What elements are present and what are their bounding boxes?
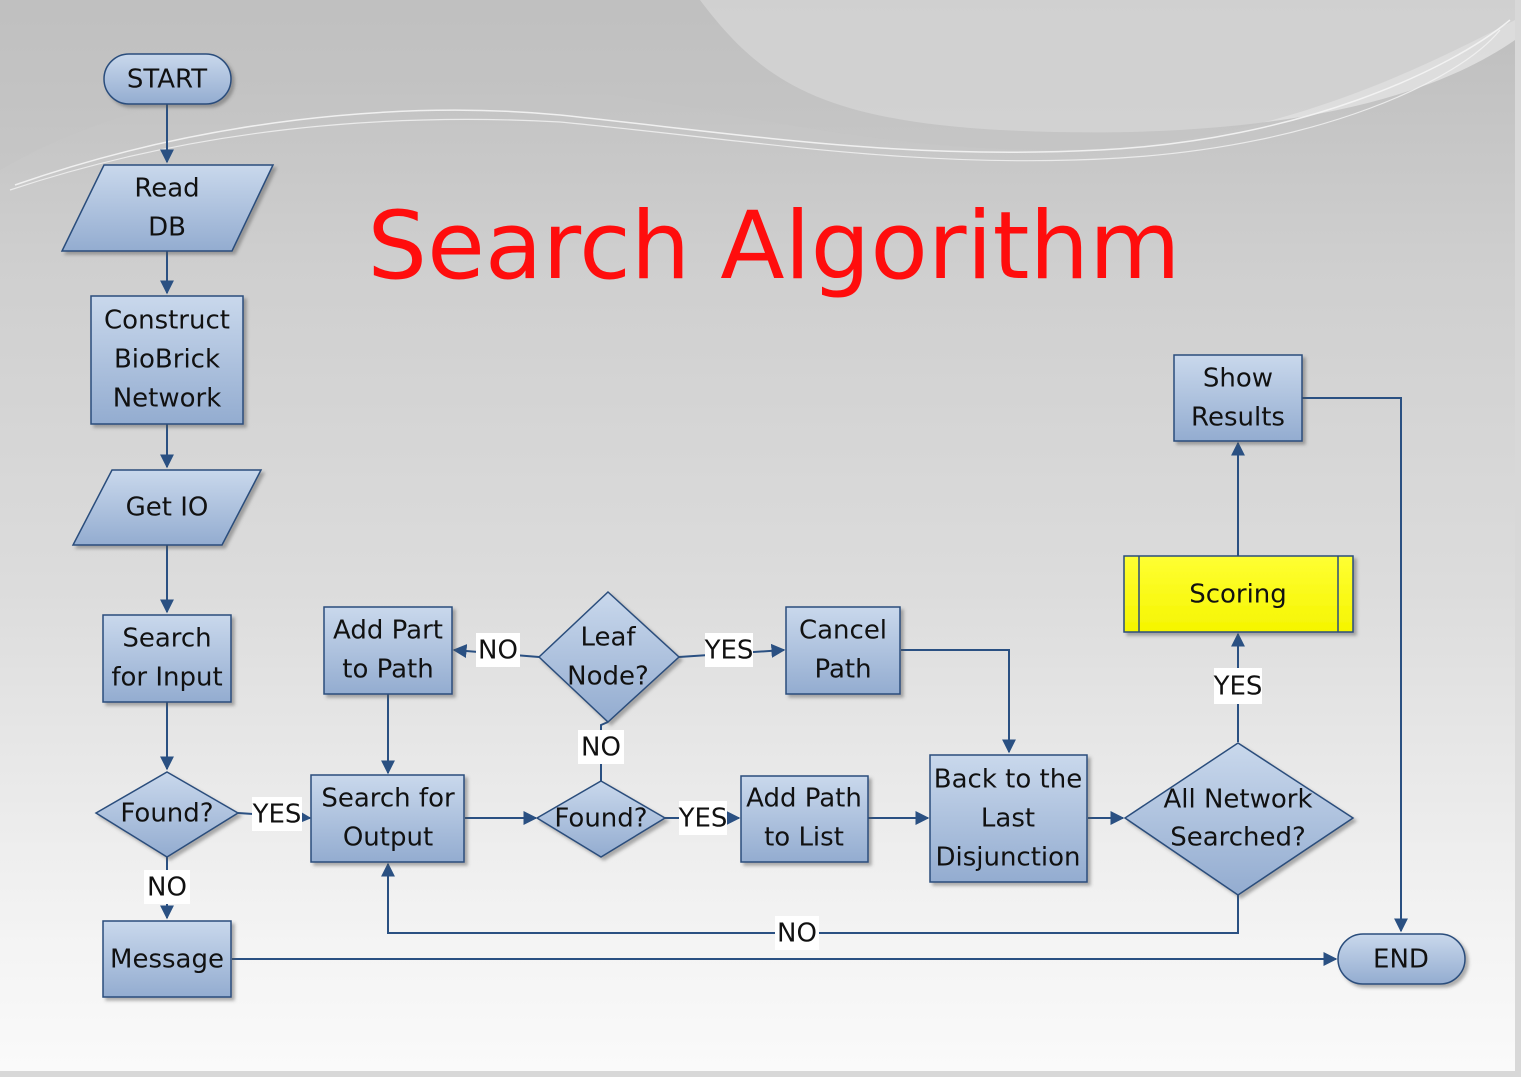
svg-text:YES: YES [704, 636, 754, 666]
svg-text:Cancel: Cancel [799, 616, 887, 646]
svg-text:END: END [1373, 945, 1429, 975]
node-found-input-decision: Found? [94, 771, 240, 858]
edge-label-leaf-yes: YES [704, 633, 754, 667]
node-back-to-last-disjunction: Back to the Last Disjunction [929, 754, 1088, 883]
svg-text:to Path: to Path [342, 655, 433, 685]
edge-label-found1-no: NO [144, 870, 190, 904]
node-search-for-input: Search for Input [102, 614, 232, 703]
node-start: START [103, 53, 232, 105]
node-cancel-path: Cancel Path [785, 606, 901, 695]
edge-label-all-searched-no: NO [775, 916, 819, 950]
svg-text:YES: YES [678, 804, 728, 834]
svg-text:YES: YES [1213, 672, 1263, 702]
node-get-io: Get IO [71, 469, 263, 546]
svg-text:Output: Output [343, 823, 433, 853]
svg-text:Results: Results [1191, 403, 1285, 433]
node-end: END [1337, 933, 1466, 985]
node-construct-network: Construct BioBrick Network [90, 295, 244, 425]
slide-canvas: Search Algorithm YES NO NO NO YES YES YE… [0, 0, 1515, 1071]
svg-text:Construct: Construct [104, 306, 230, 336]
edge-label-found2-yes: YES [678, 801, 728, 835]
svg-text:Search for: Search for [321, 784, 455, 814]
svg-text:Node?: Node? [567, 662, 649, 692]
svg-text:Read: Read [134, 174, 199, 204]
svg-text:BioBrick: BioBrick [114, 345, 220, 375]
edge-cancel-to-back [901, 649, 1016, 754]
svg-text:Message: Message [110, 945, 224, 975]
svg-text:Found?: Found? [554, 804, 647, 834]
flowchart: Search Algorithm YES NO NO NO YES YES YE… [60, 53, 1466, 998]
edge-label-leaf-no: NO [476, 633, 520, 667]
node-read-db: Read DB [60, 164, 275, 252]
svg-text:Last: Last [981, 804, 1035, 834]
svg-text:Found?: Found? [120, 799, 213, 829]
svg-text:Disjunction: Disjunction [935, 843, 1080, 873]
node-show-results: Show Results [1173, 354, 1303, 442]
svg-text:Leaf: Leaf [580, 623, 636, 653]
svg-text:All Network: All Network [1163, 785, 1312, 815]
svg-text:Searched?: Searched? [1170, 823, 1306, 853]
svg-text:for Input: for Input [111, 663, 222, 693]
svg-text:START: START [127, 65, 207, 95]
node-scoring: Scoring [1123, 555, 1354, 633]
svg-text:Add Path: Add Path [746, 784, 862, 814]
edge-show-results-to-end [1302, 397, 1408, 933]
page-title: Search Algorithm [367, 192, 1180, 301]
node-add-path-to-list: Add Path to List [740, 775, 869, 863]
svg-text:Add Part: Add Part [333, 616, 443, 646]
edge-label-all-searched-yes: YES [1213, 668, 1263, 704]
svg-text:Back to the: Back to the [934, 765, 1082, 795]
svg-text:Path: Path [814, 655, 871, 685]
svg-text:Get IO: Get IO [126, 493, 209, 523]
node-all-network-searched-decision: All Network Searched? [1123, 742, 1355, 896]
node-leaf-node-decision: Leaf Node? [537, 590, 681, 724]
svg-text:Network: Network [113, 384, 222, 414]
svg-text:YES: YES [252, 800, 302, 830]
svg-text:NO: NO [147, 873, 187, 903]
node-search-for-output: Search for Output [310, 774, 465, 863]
svg-text:Scoring: Scoring [1189, 580, 1287, 610]
svg-text:NO: NO [777, 919, 817, 949]
svg-text:Search: Search [122, 624, 211, 654]
node-found-output-decision: Found? [535, 780, 667, 858]
node-add-part-to-path: Add Part to Path [323, 606, 453, 695]
node-message: Message [102, 920, 232, 998]
svg-text:DB: DB [148, 213, 186, 243]
svg-text:Show: Show [1203, 364, 1273, 394]
svg-text:NO: NO [581, 733, 621, 763]
edge-label-found1-yes: YES [252, 797, 302, 831]
edge-label-found2-no: NO [578, 730, 624, 764]
svg-text:to List: to List [764, 823, 844, 853]
svg-text:NO: NO [478, 636, 518, 666]
